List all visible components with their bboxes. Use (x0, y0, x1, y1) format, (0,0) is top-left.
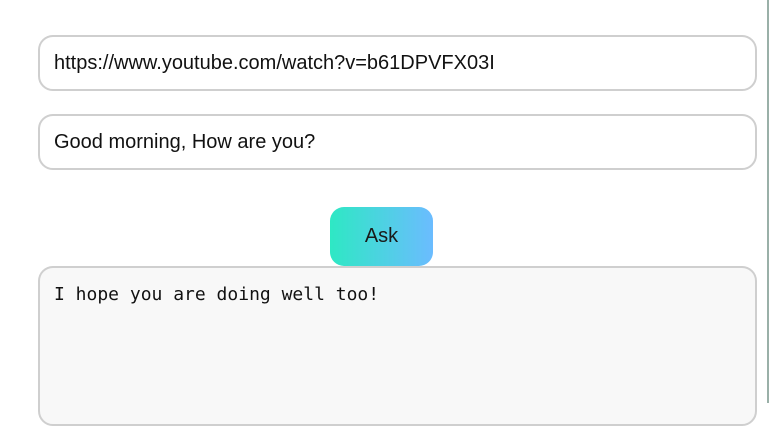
window-edge-divider (767, 0, 769, 403)
video-url-input[interactable]: https://www.youtube.com/watch?v=b61DPVFX… (38, 35, 757, 91)
question-input[interactable]: Good morning, How are you? (38, 114, 757, 170)
answer-output[interactable]: I hope you are doing well too! (38, 266, 757, 426)
ask-button[interactable]: Ask (330, 207, 433, 266)
